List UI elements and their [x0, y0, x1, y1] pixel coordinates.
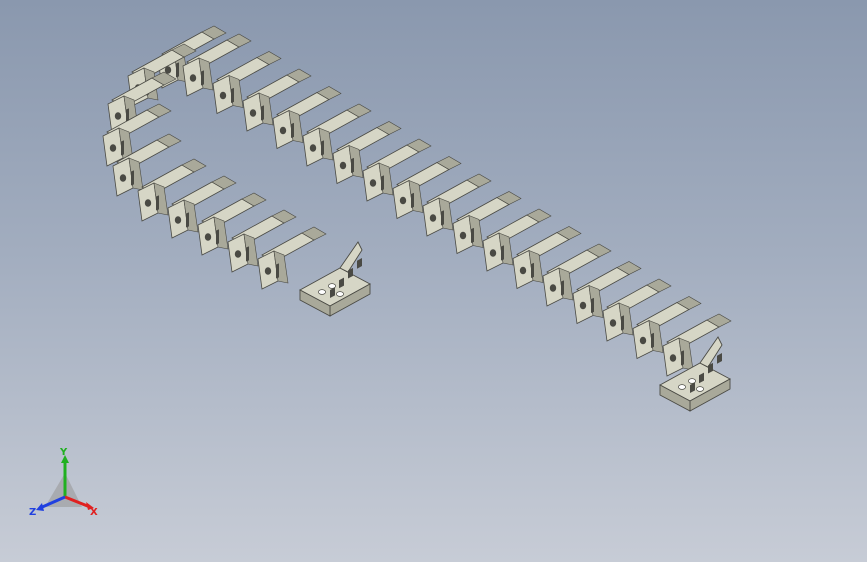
orientation-triad: Y X Z — [29, 447, 98, 518]
chain-links — [102, 25, 732, 377]
chain-link — [257, 226, 327, 290]
end-bracket-upper — [299, 241, 371, 317]
z-axis-arrow — [36, 503, 44, 511]
cable-chain-model[interactable] — [0, 0, 867, 562]
x-axis-label: X — [90, 507, 98, 518]
3d-viewport[interactable]: Y X Z — [0, 0, 867, 562]
z-axis-label: Z — [29, 507, 36, 518]
y-axis-label: Y — [59, 447, 68, 458]
